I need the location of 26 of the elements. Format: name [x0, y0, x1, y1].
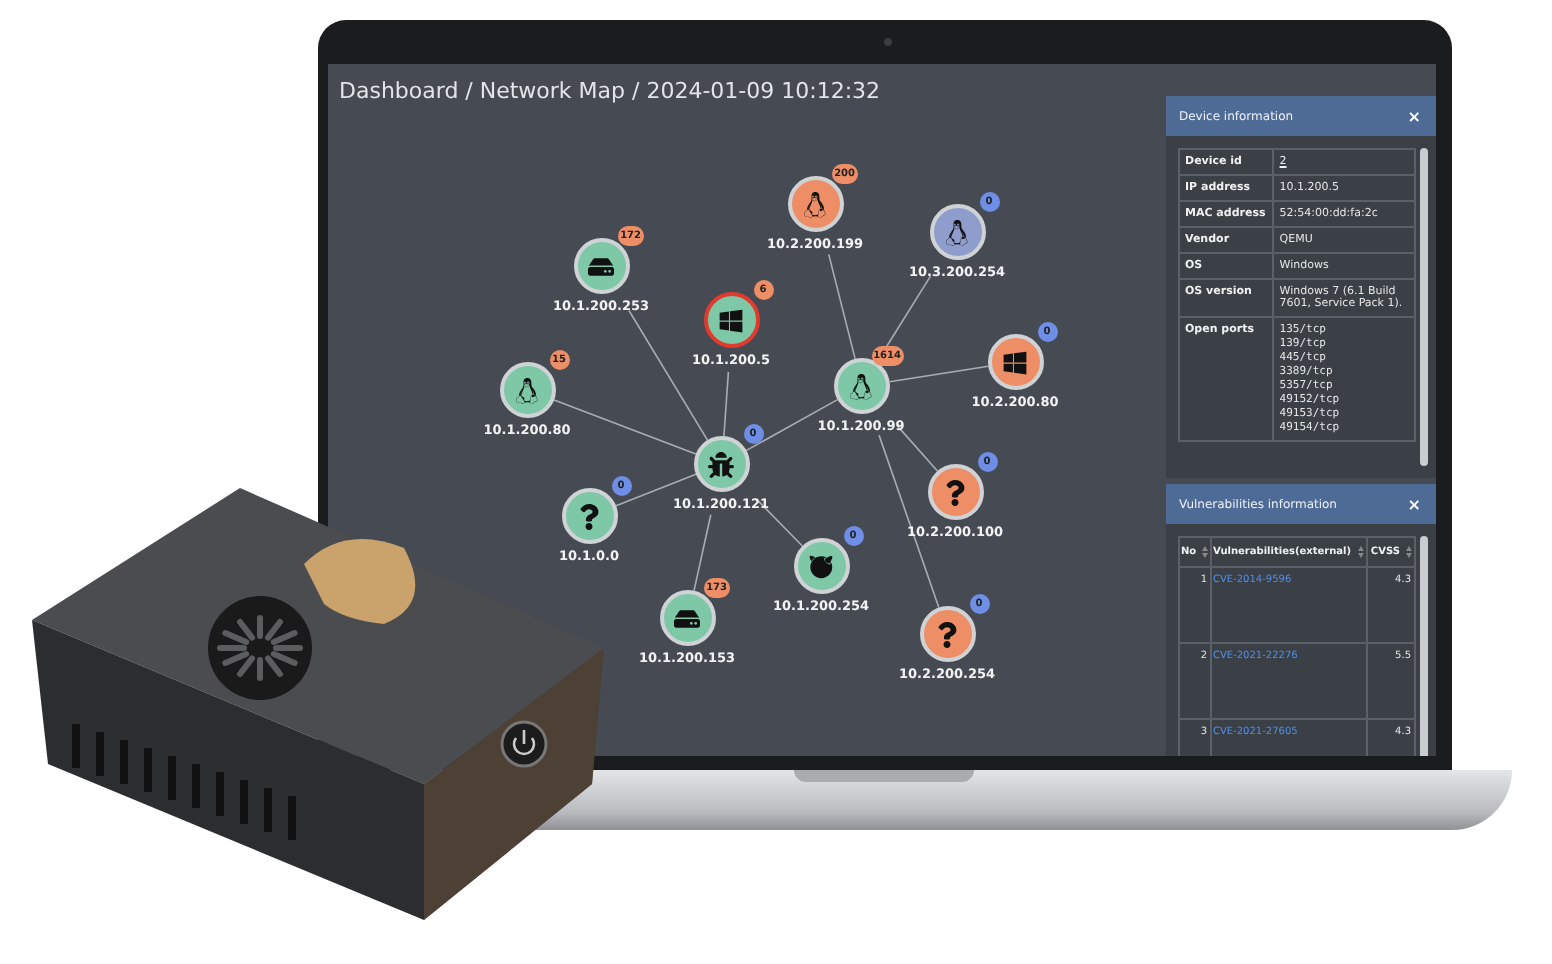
scrollbar[interactable] — [1419, 148, 1427, 467]
link-line — [722, 371, 729, 437]
breadcrumb-title: Dashboard / Network Map / 2024-01-09 10:12:32 — [339, 78, 881, 104]
question-mark-icon — [942, 479, 968, 505]
windows-icon — [1002, 349, 1028, 375]
sort-icon[interactable] — [1201, 546, 1207, 559]
penguin-icon — [944, 219, 970, 245]
close-button[interactable]: × — [1407, 495, 1421, 514]
link-line — [826, 253, 855, 360]
sort-icon[interactable] — [1358, 546, 1365, 559]
sort-icon[interactable] — [1405, 546, 1411, 559]
question-mark-icon — [576, 503, 602, 529]
close-button[interactable]: × — [1407, 107, 1421, 125]
hard-drive-icon — [588, 253, 614, 279]
question-mark-icon — [934, 621, 960, 647]
penguin-icon — [802, 191, 828, 217]
link-line — [692, 514, 711, 592]
bug-icon — [708, 451, 734, 477]
camera-dot — [884, 38, 892, 46]
devil-head-icon — [808, 553, 834, 579]
hard-drive-icon — [674, 605, 700, 631]
windows-icon — [718, 307, 744, 333]
penguin-icon — [848, 373, 874, 399]
scrollbar[interactable] — [1419, 536, 1427, 756]
penguin-icon — [514, 377, 540, 403]
host-node[interactable] — [703, 292, 759, 348]
